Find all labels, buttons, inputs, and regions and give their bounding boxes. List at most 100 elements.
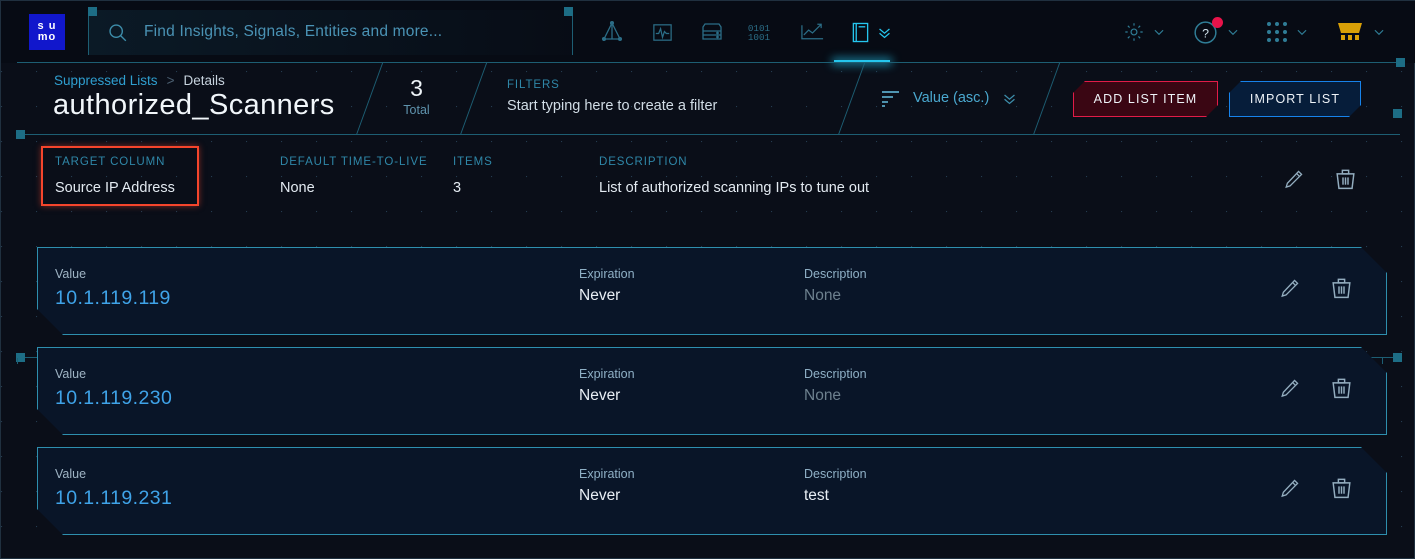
row-value: 10.1.119.230 bbox=[55, 387, 172, 410]
filter-input[interactable]: Start typing here to create a filter bbox=[507, 98, 717, 114]
meta-description-label: DESCRIPTION bbox=[599, 156, 869, 168]
delete-trash-icon[interactable] bbox=[1329, 476, 1354, 501]
metadata-actions bbox=[1282, 167, 1358, 192]
nav-library[interactable] bbox=[837, 1, 907, 63]
global-search-box[interactable]: Find Insights, Signals, Entities and mor… bbox=[88, 10, 573, 55]
total-count-value: 3 bbox=[379, 75, 454, 102]
row-description-label: Description bbox=[804, 367, 867, 381]
chevron-down-icon[interactable] bbox=[1372, 25, 1386, 39]
edit-pencil-icon[interactable] bbox=[1278, 277, 1301, 300]
svg-text:1001: 1001 bbox=[748, 32, 771, 43]
signals-pulse-icon bbox=[651, 21, 674, 44]
row-expiration-label: Expiration bbox=[579, 267, 635, 281]
list-item-row[interactable]: Value 10.1.119.230 Expiration Never Desc… bbox=[37, 347, 1387, 435]
library-book-icon bbox=[851, 21, 870, 44]
breadcrumb-separator: > bbox=[167, 73, 175, 88]
nav-insights[interactable] bbox=[787, 1, 837, 63]
row-description-cell: Description None bbox=[804, 267, 867, 305]
sort-icon bbox=[881, 89, 901, 107]
chevron-down-icon[interactable] bbox=[876, 24, 893, 41]
edit-pencil-icon[interactable] bbox=[1282, 168, 1305, 191]
row-value-label: Value bbox=[55, 367, 172, 381]
list-item-row[interactable]: Value 10.1.119.119 Expiration Never Desc… bbox=[37, 247, 1387, 335]
row-expiration: Never bbox=[579, 487, 635, 505]
divider-slash-4 bbox=[1033, 63, 1060, 135]
apps-grid-icon bbox=[1266, 21, 1288, 43]
notification-badge bbox=[1212, 17, 1223, 28]
meta-description-value: List of authorized scanning IPs to tune … bbox=[599, 180, 869, 196]
row-actions bbox=[1278, 476, 1354, 501]
row-description: test bbox=[804, 487, 867, 505]
meta-items-value: 3 bbox=[453, 180, 493, 196]
nav-signals[interactable] bbox=[637, 1, 687, 63]
chevron-down-icon[interactable] bbox=[1001, 90, 1018, 107]
row-description: None bbox=[804, 387, 867, 405]
total-count-label: Total bbox=[379, 103, 454, 117]
row-description-label: Description bbox=[804, 467, 867, 481]
list-metadata-strip: TARGET COLUMN Source IP Address DEFAULT … bbox=[1, 141, 1415, 231]
breadcrumb-current: Details bbox=[183, 73, 224, 88]
row-expiration: Never bbox=[579, 287, 635, 305]
target-column-highlight bbox=[41, 146, 199, 206]
settings-menu[interactable] bbox=[1123, 21, 1166, 43]
meta-default-ttl-value: None bbox=[280, 180, 428, 196]
row-value-cell: Value 10.1.119.231 bbox=[55, 467, 172, 510]
edit-pencil-icon[interactable] bbox=[1278, 377, 1301, 400]
header-right-icons: ? bbox=[1123, 1, 1386, 63]
app-root: s u mo Find Insights, Signals, Entities … bbox=[0, 0, 1415, 559]
delete-trash-icon[interactable] bbox=[1329, 276, 1354, 301]
breadcrumb: Suppressed Lists > Details bbox=[54, 73, 225, 88]
row-value-label: Value bbox=[55, 467, 172, 481]
sort-selector[interactable]: Value (asc.) bbox=[881, 89, 1018, 107]
meta-default-ttl: DEFAULT TIME-TO-LIVE None bbox=[280, 156, 428, 196]
apps-menu[interactable] bbox=[1266, 21, 1309, 43]
nav-entities[interactable] bbox=[587, 1, 637, 63]
title-bar-divider bbox=[17, 134, 1400, 135]
gear-icon bbox=[1123, 21, 1145, 43]
delete-trash-icon[interactable] bbox=[1333, 167, 1358, 192]
row-value-cell: Value 10.1.119.119 bbox=[55, 267, 171, 310]
nav-records[interactable] bbox=[687, 1, 737, 63]
meta-description: DESCRIPTION List of authorized scanning … bbox=[599, 156, 869, 196]
row-value-cell: Value 10.1.119.230 bbox=[55, 367, 172, 410]
row-actions bbox=[1278, 276, 1354, 301]
nav-binary-data[interactable]: 0101 1001 bbox=[737, 1, 787, 63]
search-input-placeholder[interactable]: Find Insights, Signals, Entities and mor… bbox=[144, 23, 442, 41]
row-expiration: Never bbox=[579, 387, 635, 405]
help-menu[interactable]: ? bbox=[1192, 19, 1240, 46]
row-description-cell: Description test bbox=[804, 467, 867, 505]
chevron-down-icon[interactable] bbox=[1226, 25, 1240, 39]
row-description-cell: Description None bbox=[804, 367, 867, 405]
total-count-block: 3 Total bbox=[379, 75, 454, 117]
logo-line-2: mo bbox=[38, 32, 57, 43]
chevron-down-icon[interactable] bbox=[1295, 25, 1309, 39]
divider-slash-3 bbox=[838, 63, 865, 135]
delete-trash-icon[interactable] bbox=[1329, 376, 1354, 401]
row-expiration-cell: Expiration Never bbox=[579, 267, 635, 305]
breadcrumb-parent-link[interactable]: Suppressed Lists bbox=[54, 73, 158, 88]
primary-nav-icons: 0101 1001 bbox=[587, 1, 907, 63]
records-stack-icon bbox=[700, 20, 724, 44]
row-value: 10.1.119.119 bbox=[55, 287, 171, 310]
row-value: 10.1.119.231 bbox=[55, 487, 172, 510]
edit-pencil-icon[interactable] bbox=[1278, 477, 1301, 500]
sort-value[interactable]: Value (asc.) bbox=[913, 90, 989, 106]
row-description: None bbox=[804, 287, 867, 305]
list-item-row[interactable]: Value 10.1.119.231 Expiration Never Desc… bbox=[37, 447, 1387, 535]
row-expiration-cell: Expiration Never bbox=[579, 467, 635, 505]
top-navigation-bar: s u mo Find Insights, Signals, Entities … bbox=[1, 1, 1415, 63]
add-list-item-button[interactable]: ADD LIST ITEM bbox=[1073, 81, 1218, 117]
chevron-down-icon[interactable] bbox=[1152, 25, 1166, 39]
meta-default-ttl-label: DEFAULT TIME-TO-LIVE bbox=[280, 156, 428, 168]
row-description-label: Description bbox=[804, 267, 867, 281]
filters-block[interactable]: FILTERS Start typing here to create a fi… bbox=[507, 79, 717, 114]
divider-slash-2 bbox=[460, 63, 487, 135]
avatar-icon bbox=[1335, 21, 1365, 43]
meta-items-label: ITEMS bbox=[453, 156, 493, 168]
search-icon bbox=[107, 22, 128, 43]
sumo-logic-logo[interactable]: s u mo bbox=[29, 14, 65, 50]
page-title: authorized_Scanners bbox=[53, 89, 335, 122]
user-menu[interactable] bbox=[1335, 21, 1386, 43]
import-list-button[interactable]: IMPORT LIST bbox=[1229, 81, 1361, 117]
entities-icon bbox=[600, 20, 624, 44]
